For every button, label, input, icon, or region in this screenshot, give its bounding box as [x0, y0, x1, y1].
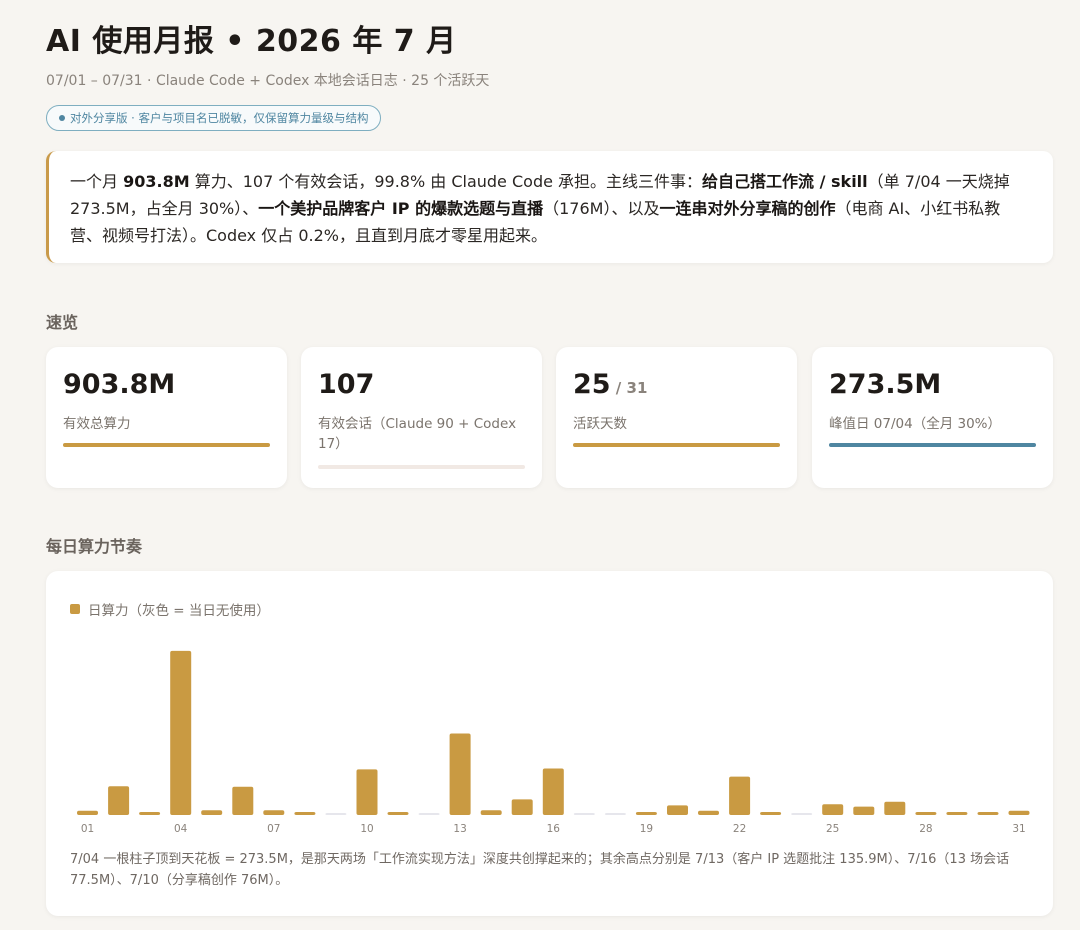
bar-day-03 — [139, 812, 161, 815]
bar-day-23 — [760, 812, 782, 815]
stat-card-peak-day: 273.5M 峰值日 07/04（全月 30%） — [812, 347, 1053, 488]
stat-value: 903.8M — [63, 367, 270, 406]
summary-text: （176M）、以及 — [543, 199, 660, 218]
bar-day-05 — [201, 810, 223, 815]
bar-day-18 — [604, 813, 626, 815]
bar-day-08 — [294, 812, 316, 815]
bar-day-28 — [915, 812, 937, 815]
summary-card: 一个月 903.8M 算力、107 个有效会话，99.8% 由 Claude C… — [46, 151, 1053, 263]
stat-bar — [829, 443, 1036, 447]
stat-label: 活跃天数 — [573, 416, 627, 432]
stat-number: 273.5M — [829, 369, 942, 400]
bar-day-10 — [356, 769, 378, 815]
x-tick-label: 16 — [547, 823, 561, 835]
bar-day-22 — [729, 776, 751, 815]
stat-number: 25 — [573, 369, 611, 400]
stat-number: 903.8M — [63, 369, 176, 400]
stat-label: 峰值日 07/04（全月 30%） — [829, 416, 1001, 432]
bar-day-26 — [853, 806, 875, 815]
bar-day-07 — [263, 810, 285, 815]
stat-bar — [318, 465, 525, 469]
x-tick-label: 28 — [919, 823, 932, 835]
stat-card-total-compute: 903.8M 有效总算力 — [46, 347, 287, 488]
x-tick-label: 22 — [733, 823, 746, 835]
page-subtitle: 07/01 – 07/31 · Claude Code + Codex 本地会话… — [46, 73, 490, 89]
x-tick-label: 19 — [640, 823, 653, 835]
bar-day-09 — [325, 813, 347, 815]
badge-dot-icon — [59, 115, 65, 121]
stat-value: 25 / 31 — [573, 367, 780, 406]
bar-day-01 — [77, 810, 98, 815]
bar-day-27 — [884, 801, 906, 815]
chart-note: 7/04 一根柱子顶到天花板 = 273.5M，是那天两场「工作流实现方法」深度… — [70, 852, 1010, 888]
x-tick-label: 25 — [826, 823, 839, 835]
summary-text: 一个月 — [70, 172, 124, 191]
daily-bar-chart: 01 04 07 10 13 16 19 22 25 28 31 — [77, 650, 1030, 835]
x-tick-label: 13 — [453, 823, 466, 835]
bar-day-13 — [449, 733, 471, 815]
x-tick-label: 31 — [1012, 823, 1025, 835]
bar-day-02 — [108, 786, 130, 815]
bar-day-12 — [418, 813, 440, 815]
stat-bar — [573, 443, 780, 447]
stat-value: 107 — [318, 367, 525, 406]
bar-day-20 — [667, 805, 688, 815]
page-title: AI 使用月报 • 2026 年 7 月 — [46, 24, 457, 59]
daily-section-title: 每日算力节奏 — [46, 537, 143, 556]
summary-highlight: 一个美护品牌客户 IP 的爆款选题与直播 — [258, 199, 544, 218]
stat-value: 273.5M — [829, 367, 1036, 406]
stat-denominator: / 31 — [610, 379, 648, 397]
stat-card-active-days: 25 / 31 活跃天数 — [556, 347, 797, 488]
summary-highlight: 一连串对外分享稿的创作 — [659, 199, 836, 218]
stat-label: 有效总算力 — [63, 416, 131, 432]
bar-day-24 — [791, 813, 813, 815]
stat-number: 107 — [318, 369, 375, 400]
bar-day-11 — [387, 812, 409, 815]
x-tick-label: 10 — [360, 823, 373, 835]
share-badge: 对外分享版 · 客户与项目名已脱敏，仅保留算力量级与结构 — [46, 105, 382, 131]
summary-text: 算力、107 个有效会话，99.8% 由 Claude Code 承担。主线三件… — [189, 172, 703, 191]
stat-card-sessions: 107 有效会话（Claude 90 + Codex 17） — [301, 347, 542, 488]
stat-bar — [63, 443, 270, 447]
bar-day-21 — [698, 810, 719, 815]
x-tick-label: 01 — [81, 823, 94, 835]
x-tick-label: 07 — [267, 823, 280, 835]
bar-day-14 — [480, 810, 502, 815]
bar-day-17 — [573, 813, 595, 815]
overview-section-title: 速览 — [46, 313, 79, 332]
bar-day-30 — [977, 812, 999, 815]
daily-chart-card: 日算力（灰色 = 当日无使用） 01 04 07 10 13 16 19 22 25 28 31 7… — [46, 571, 1053, 916]
stat-label: 有效会话（Claude 90 + Codex 17） — [318, 416, 517, 452]
summary-highlight: 给自己搭工作流 / skill — [702, 172, 868, 191]
bar-day-29 — [946, 812, 968, 815]
bar-day-19 — [635, 812, 657, 815]
bar-day-16 — [542, 768, 564, 815]
summary-highlight: 903.8M — [123, 172, 190, 191]
bar-day-04 — [170, 650, 192, 815]
bar-day-31 — [1008, 810, 1030, 815]
bar-day-25 — [822, 804, 844, 815]
bar-day-15 — [511, 799, 533, 815]
badge-text: 对外分享版 · 客户与项目名已脱敏，仅保留算力量级与结构 — [70, 111, 369, 125]
x-tick-label: 04 — [174, 823, 188, 835]
bar-day-06 — [232, 786, 254, 815]
